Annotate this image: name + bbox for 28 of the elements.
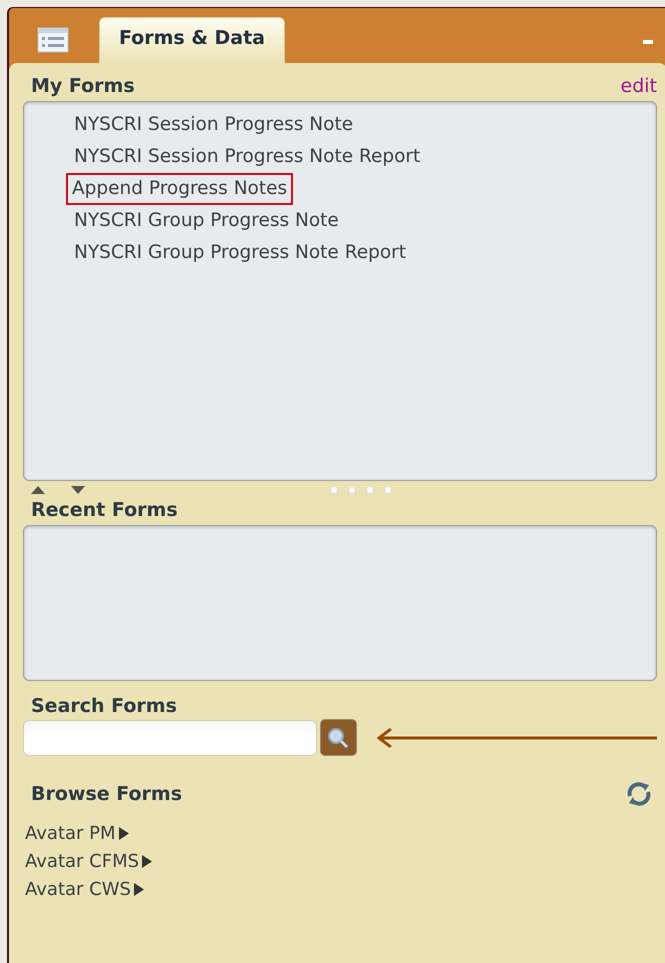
right-triangle-icon bbox=[142, 855, 152, 868]
form-item[interactable]: NYSCRI Group Progress Note Report bbox=[68, 237, 412, 269]
form-item[interactable]: NYSCRI Session Progress Note Report bbox=[68, 141, 426, 173]
tab[interactable]: Forms & Data bbox=[99, 17, 285, 63]
form-item[interactable]: Append Progress Notes bbox=[66, 173, 294, 205]
resize-grip-icon[interactable] bbox=[331, 487, 393, 493]
down-triangle-icon[interactable] bbox=[71, 486, 85, 494]
section-title: Search Forms bbox=[30, 695, 178, 717]
browse-label: Avatar PM bbox=[25, 823, 116, 844]
edit-link[interactable]: edit bbox=[620, 75, 657, 97]
list-icon bbox=[37, 27, 69, 53]
search-icon bbox=[327, 726, 350, 748]
browse-item[interactable]: Avatar CWS bbox=[25, 876, 144, 903]
form-item[interactable]: NYSCRI Session Progress Note bbox=[68, 109, 360, 141]
refresh-icon[interactable] bbox=[625, 780, 653, 808]
browse-item[interactable]: Avatar CFMS bbox=[25, 848, 152, 875]
search-field[interactable] bbox=[23, 720, 318, 756]
form-item[interactable]: NYSCRI Group Progress Note bbox=[68, 205, 345, 237]
section-title: Browse Forms bbox=[30, 783, 182, 805]
browse-label: Avatar CWS bbox=[25, 879, 131, 900]
right-triangle-icon bbox=[118, 827, 129, 840]
browse-label: Avatar CFMS bbox=[25, 851, 140, 872]
right-triangle-icon bbox=[134, 883, 144, 896]
section-title: Recent Forms bbox=[30, 499, 179, 521]
section-title: My Forms bbox=[30, 75, 135, 97]
search-button[interactable] bbox=[320, 719, 357, 756]
browse-item[interactable]: Avatar PM bbox=[25, 820, 129, 847]
up-triangle-icon[interactable] bbox=[31, 486, 45, 494]
